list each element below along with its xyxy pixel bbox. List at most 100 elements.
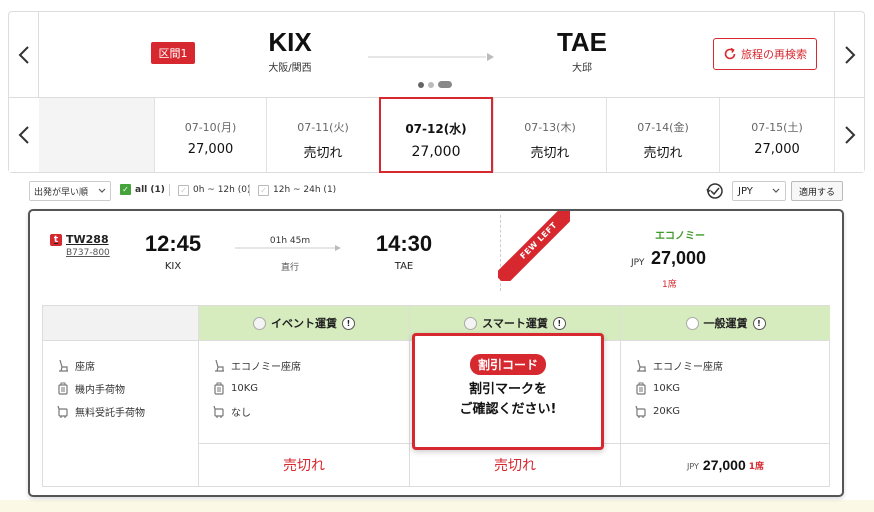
fare-item-value: 20KG [653,406,681,417]
filter-all[interactable]: ✓ all (1) [120,184,165,195]
checked-bag-icon [57,405,68,418]
pagination-dot-add[interactable] [438,81,452,88]
origin-name: 大阪/関西 [268,63,312,74]
date-tab-selected[interactable]: 07-12(水) 27,000 [379,97,493,173]
date-tab[interactable]: 07-13(木) 売切れ [493,98,606,172]
flight-path-icon [235,245,341,251]
filter-label: 0h ~ 12h (0) [193,185,251,195]
fare-name: 一般運賃 [703,317,748,330]
chevron-right-icon [844,46,855,64]
chevron-right-icon [844,126,855,144]
filter-12-24h[interactable]: ✓ 12h ~ 24h (1) [249,184,336,196]
carry-on-bag-icon [636,382,646,395]
fare-radio[interactable] [464,316,478,330]
currency-select[interactable]: JPY [732,181,786,201]
prev-dates-arrow[interactable] [9,98,39,172]
carry-on-bag-icon [214,382,224,395]
fare-seats: 1席 [748,461,764,472]
fare-column-event[interactable]: イベント運賃 ! エコノミー座席 10KG なし 売切れ [198,306,409,486]
dest-code: TAE [556,27,608,57]
date-tab[interactable]: 07-10(月) 27,000 [154,98,266,172]
departure-airport: KIX [164,261,182,272]
sold-out-label: 売切れ [283,458,325,474]
fare-price: 27,000 [702,457,746,473]
date-price: 27,000 [187,142,234,157]
checkbox-checked-icon[interactable]: ✓ [120,184,131,195]
section-badge: 区間1 [151,42,195,64]
info-icon[interactable]: ! [752,316,766,330]
flight-number[interactable]: t TW288 [50,233,109,246]
research-button[interactable]: 旅程の再検索 [713,38,817,70]
sort-select[interactable]: 出発が早い順 [29,181,111,201]
fare-name: スマート運賃 [482,317,548,330]
currency-exchange-icon[interactable] [705,181,725,201]
arrival-time: 14:30 [375,231,433,256]
date-bar: 07-10(月) 27,000 07-11(火) 売切れ 07-12(水) 27… [8,97,865,173]
airline-logo-icon: t [50,233,62,246]
pagination-dot[interactable] [418,81,424,88]
next-route-arrow[interactable] [834,12,864,98]
dest-name: 大邱 [572,63,592,74]
date-label: 07-10(月) [184,121,237,134]
fare-item-value: なし [231,408,251,419]
info-icon[interactable]: ! [342,316,355,330]
fare-footer: 売切れ [199,443,409,486]
fare-radio[interactable] [685,316,699,330]
chevron-down-icon [98,188,106,193]
seat-icon [59,359,68,372]
page-bottom-strip [0,500,874,512]
fare-item-value: 10KG [231,383,259,394]
fare-item: 10KG [199,377,409,400]
filter-0-12h[interactable]: ✓ 0h ~ 12h (0) [169,184,250,196]
pagination-dot[interactable] [428,81,434,88]
fare-column-general[interactable]: 一般運賃 ! エコノミー座席 10KG 20KG JPY 27,000 1席 [620,306,830,486]
chevron-left-icon [18,46,29,64]
info-icon[interactable]: ! [552,316,566,330]
plane-route-icon [368,53,494,61]
date-tab[interactable]: 07-14(金) 売切れ [606,98,719,172]
route-pagination [418,81,452,88]
checkbox-icon[interactable]: ✓ [258,184,269,196]
date-label: 07-11(火) [297,121,349,134]
date-tab[interactable]: 07-15(土) 27,000 [719,98,834,172]
filter-label: all (1) [135,184,165,195]
next-dates-arrow[interactable] [834,98,864,172]
prev-route-arrow[interactable] [9,12,39,98]
date-price: 売切れ [643,146,683,161]
aircraft-type[interactable]: B737-800 [66,248,110,258]
fare-item-value: エコノミー座席 [231,362,301,373]
cabin-class: エコノミー [655,231,705,242]
chevron-down-icon [772,188,780,193]
date-price: 売切れ [303,146,343,161]
fare-currency: JPY [687,462,699,471]
discount-code-badge: 割引コード [469,354,546,375]
feature-header [43,306,198,341]
feature-label: 座席 [75,362,95,373]
sold-out-label: 売切れ [494,458,536,474]
fare-item-value: エコノミー座席 [653,362,723,373]
arrival-airport: TAE [394,261,414,272]
currency-value: JPY [738,185,753,197]
feature-carryon: 機内手荷物 [43,377,198,400]
few-left-ribbon: FEW LEFT [498,211,570,281]
promo-line: ご確認ください! [459,402,557,417]
feature-column: 座席 機内手荷物 無料受託手荷物 [43,306,198,486]
feature-label: 無料受託手荷物 [75,408,145,419]
date-label: 07-14(金) [637,121,689,134]
date-price: 27,000 [754,142,800,157]
date-label: 07-13(木) [524,121,576,134]
fare-radio[interactable] [253,316,266,330]
date-label: 07-12(水) [405,122,467,136]
lowest-price: 27,000 [651,248,707,268]
seat-icon [637,359,646,372]
apply-button[interactable]: 適用する [791,181,843,201]
date-label: 07-15(土) [751,121,803,134]
fare-footer: JPY 27,000 1席 [621,443,830,486]
checkbox-icon[interactable]: ✓ [178,184,189,196]
discount-code-callout: 割引コード 割引マークを ご確認ください! [412,333,604,450]
fare-item-value: 10KG [653,383,681,394]
checked-bag-icon [635,405,646,418]
departure-time: 12:45 [144,231,202,256]
date-price: 売切れ [530,146,570,161]
date-tab[interactable]: 07-11(火) 売切れ [266,98,379,172]
